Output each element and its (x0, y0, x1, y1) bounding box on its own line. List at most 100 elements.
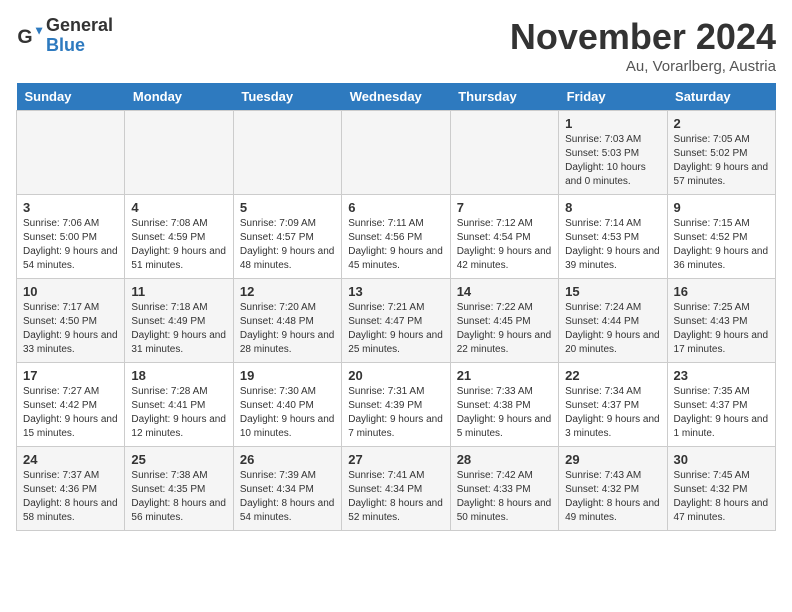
day-detail: Sunrise: 7:27 AM Sunset: 4:42 PM Dayligh… (23, 385, 118, 441)
day-detail: Sunrise: 7:03 AM Sunset: 5:03 PM Dayligh… (565, 133, 660, 189)
day-number: 22 (565, 368, 660, 383)
weekday-header-friday: Friday (559, 83, 667, 111)
day-detail: Sunrise: 7:41 AM Sunset: 4:34 PM Dayligh… (348, 469, 443, 525)
calendar-cell: 25Sunrise: 7:38 AM Sunset: 4:35 PM Dayli… (125, 447, 233, 531)
week-row-1: 1Sunrise: 7:03 AM Sunset: 5:03 PM Daylig… (17, 111, 776, 195)
logo-text: General Blue (46, 16, 113, 56)
calendar-cell: 17 Sunrise: 7:27 AM Sunset: 4:42 PM Dayli… (17, 363, 125, 447)
day-number: 11 (131, 284, 226, 299)
day-number: 24 (23, 452, 118, 467)
week-row-5: 24 Sunrise: 7:37 AM Sunset: 4:36 PM Dayli… (17, 447, 776, 531)
day-number: 8 (565, 200, 660, 215)
day-number: 6 (348, 200, 443, 215)
weekday-header-wednesday: Wednesday (342, 83, 450, 111)
calendar-cell: 18 Sunrise: 7:28 AM Sunset: 4:41 PM Dayli… (125, 363, 233, 447)
page-header: G General Blue November 2024 Au, Vorarlb… (16, 16, 776, 75)
day-detail: Sunrise: 7:20 AM Sunset: 4:48 PM Dayligh… (240, 301, 335, 357)
week-row-2: 3Sunrise: 7:06 AM Sunset: 5:00 PM Daylig… (17, 195, 776, 279)
day-detail: Sunrise: 7:35 AM Sunset: 4:37 PM Dayligh… (674, 385, 769, 441)
calendar-cell: 16 Sunrise: 7:25 AM Sunset: 4:43 PM Dayli… (667, 279, 775, 363)
calendar-cell (342, 111, 450, 195)
day-number: 18 (131, 368, 226, 383)
day-detail: Sunrise: 7:42 AM Sunset: 4:33 PM Dayligh… (457, 469, 552, 525)
calendar-cell: 7 Sunrise: 7:12 AM Sunset: 4:54 PM Daylig… (450, 195, 558, 279)
location-subtitle: Au, Vorarlberg, Austria (510, 58, 776, 75)
logo-icon: G (16, 22, 44, 50)
day-number: 23 (674, 368, 769, 383)
day-detail: Sunrise: 7:25 AM Sunset: 4:43 PM Dayligh… (674, 301, 769, 357)
calendar-cell: 6 Sunrise: 7:11 AM Sunset: 4:56 PM Daylig… (342, 195, 450, 279)
calendar-cell: 27 Sunrise: 7:41 AM Sunset: 4:34 PM Dayli… (342, 447, 450, 531)
day-number: 5 (240, 200, 335, 215)
calendar-cell: 26Sunrise: 7:39 AM Sunset: 4:34 PM Dayli… (233, 447, 341, 531)
calendar-cell: 10 Sunrise: 7:17 AM Sunset: 4:50 PM Dayli… (17, 279, 125, 363)
calendar-cell: 23 Sunrise: 7:35 AM Sunset: 4:37 PM Dayli… (667, 363, 775, 447)
calendar-cell: 1Sunrise: 7:03 AM Sunset: 5:03 PM Daylig… (559, 111, 667, 195)
day-detail: Sunrise: 7:08 AM Sunset: 4:59 PM Dayligh… (131, 217, 226, 273)
day-number: 26 (240, 452, 335, 467)
calendar-cell: 9Sunrise: 7:15 AM Sunset: 4:52 PM Daylig… (667, 195, 775, 279)
day-detail: Sunrise: 7:11 AM Sunset: 4:56 PM Dayligh… (348, 217, 443, 273)
day-detail: Sunrise: 7:17 AM Sunset: 4:50 PM Dayligh… (23, 301, 118, 357)
weekday-header-thursday: Thursday (450, 83, 558, 111)
day-number: 4 (131, 200, 226, 215)
day-number: 10 (23, 284, 118, 299)
day-detail: Sunrise: 7:22 AM Sunset: 4:45 PM Dayligh… (457, 301, 552, 357)
calendar-table: SundayMondayTuesdayWednesdayThursdayFrid… (16, 83, 776, 531)
day-detail: Sunrise: 7:37 AM Sunset: 4:36 PM Dayligh… (23, 469, 118, 525)
calendar-cell: 22 Sunrise: 7:34 AM Sunset: 4:37 PM Dayli… (559, 363, 667, 447)
calendar-cell: 2 Sunrise: 7:05 AM Sunset: 5:02 PM Daylig… (667, 111, 775, 195)
day-number: 2 (674, 116, 769, 131)
day-number: 27 (348, 452, 443, 467)
day-detail: Sunrise: 7:21 AM Sunset: 4:47 PM Dayligh… (348, 301, 443, 357)
day-number: 28 (457, 452, 552, 467)
weekday-header-monday: Monday (125, 83, 233, 111)
calendar-header: SundayMondayTuesdayWednesdayThursdayFrid… (17, 83, 776, 111)
day-number: 14 (457, 284, 552, 299)
day-detail: Sunrise: 7:05 AM Sunset: 5:02 PM Dayligh… (674, 133, 769, 189)
day-number: 9 (674, 200, 769, 215)
day-detail: Sunrise: 7:45 AM Sunset: 4:32 PM Dayligh… (674, 469, 769, 525)
svg-text:G: G (17, 26, 32, 48)
day-detail: Sunrise: 7:34 AM Sunset: 4:37 PM Dayligh… (565, 385, 660, 441)
logo: G General Blue (16, 16, 113, 56)
calendar-cell: 4 Sunrise: 7:08 AM Sunset: 4:59 PM Daylig… (125, 195, 233, 279)
day-number: 20 (348, 368, 443, 383)
day-detail: Sunrise: 7:18 AM Sunset: 4:49 PM Dayligh… (131, 301, 226, 357)
day-detail: Sunrise: 7:31 AM Sunset: 4:39 PM Dayligh… (348, 385, 443, 441)
week-row-3: 10 Sunrise: 7:17 AM Sunset: 4:50 PM Dayli… (17, 279, 776, 363)
weekday-header-sunday: Sunday (17, 83, 125, 111)
day-number: 13 (348, 284, 443, 299)
day-detail: Sunrise: 7:30 AM Sunset: 4:40 PM Dayligh… (240, 385, 335, 441)
day-number: 30 (674, 452, 769, 467)
calendar-body: 1Sunrise: 7:03 AM Sunset: 5:03 PM Daylig… (17, 111, 776, 531)
week-row-4: 17 Sunrise: 7:27 AM Sunset: 4:42 PM Dayli… (17, 363, 776, 447)
day-number: 17 (23, 368, 118, 383)
day-number: 19 (240, 368, 335, 383)
day-number: 29 (565, 452, 660, 467)
day-number: 7 (457, 200, 552, 215)
day-detail: Sunrise: 7:09 AM Sunset: 4:57 PM Dayligh… (240, 217, 335, 273)
calendar-cell: 20 Sunrise: 7:31 AM Sunset: 4:39 PM Dayli… (342, 363, 450, 447)
day-number: 12 (240, 284, 335, 299)
calendar-cell: 21Sunrise: 7:33 AM Sunset: 4:38 PM Dayli… (450, 363, 558, 447)
calendar-cell: 30 Sunrise: 7:45 AM Sunset: 4:32 PM Dayli… (667, 447, 775, 531)
calendar-cell (125, 111, 233, 195)
title-section: November 2024 Au, Vorarlberg, Austria (510, 16, 776, 75)
weekday-header-tuesday: Tuesday (233, 83, 341, 111)
month-title: November 2024 (510, 16, 776, 58)
day-number: 16 (674, 284, 769, 299)
day-number: 15 (565, 284, 660, 299)
calendar-cell: 28 Sunrise: 7:42 AM Sunset: 4:33 PM Dayli… (450, 447, 558, 531)
calendar-cell: 15 Sunrise: 7:24 AM Sunset: 4:44 PM Dayli… (559, 279, 667, 363)
calendar-cell: 8Sunrise: 7:14 AM Sunset: 4:53 PM Daylig… (559, 195, 667, 279)
calendar-cell (233, 111, 341, 195)
day-detail: Sunrise: 7:33 AM Sunset: 4:38 PM Dayligh… (457, 385, 552, 441)
day-detail: Sunrise: 7:43 AM Sunset: 4:32 PM Dayligh… (565, 469, 660, 525)
day-detail: Sunrise: 7:12 AM Sunset: 4:54 PM Dayligh… (457, 217, 552, 273)
weekday-row: SundayMondayTuesdayWednesdayThursdayFrid… (17, 83, 776, 111)
calendar-cell: 11 Sunrise: 7:18 AM Sunset: 4:49 PM Dayli… (125, 279, 233, 363)
day-detail: Sunrise: 7:24 AM Sunset: 4:44 PM Dayligh… (565, 301, 660, 357)
calendar-cell: 24 Sunrise: 7:37 AM Sunset: 4:36 PM Dayli… (17, 447, 125, 531)
day-detail: Sunrise: 7:28 AM Sunset: 4:41 PM Dayligh… (131, 385, 226, 441)
